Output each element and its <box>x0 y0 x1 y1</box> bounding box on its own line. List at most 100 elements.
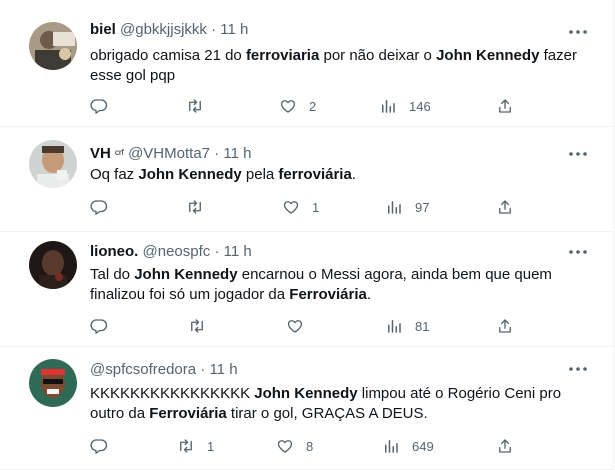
reply-button[interactable] <box>90 197 120 217</box>
view-count: 649 <box>412 438 434 454</box>
tweet[interactable]: lioneo. @neospfc · 11 h Tal do John Kenn… <box>0 232 613 347</box>
tweet-header: @spfcsofredora · 11 h <box>90 360 238 380</box>
like-button[interactable] <box>286 316 316 336</box>
display-name-text: VH <box>90 145 111 162</box>
like-count: 2 <box>309 98 317 114</box>
tweet-text-run: KKKKKKKKKKKKKKKK <box>90 385 255 402</box>
tweet-actions: 81 <box>82 316 522 336</box>
tweet-actions: 2 146 <box>82 96 522 116</box>
more-options-button[interactable] <box>567 144 589 164</box>
share-icon <box>499 200 511 214</box>
reply-button[interactable] <box>90 96 120 116</box>
tweet-text-run: por não deixar o <box>319 47 437 64</box>
tweet-text-run: pela <box>241 166 279 183</box>
highlighted-keyword: Ferroviária <box>149 405 227 422</box>
views-icon <box>388 201 401 214</box>
highlighted-keyword: John Kennedy <box>138 166 242 183</box>
display-name[interactable]: biel <box>90 21 116 38</box>
retweet-icon <box>189 200 201 214</box>
like-icon <box>277 440 293 453</box>
tweet-text-run: tirar o gol, GRAÇAS A DEUS. <box>226 405 428 422</box>
retweet-icon <box>189 99 201 113</box>
highlighted-keyword: John Kennedy <box>134 266 238 283</box>
tweet-header: biel @gbkkjjsjkkk · 11 h <box>90 20 248 40</box>
like-button[interactable]: 1 <box>282 197 319 217</box>
share-icon <box>499 319 511 333</box>
user-handle[interactable]: @gbkkjjsjkkk <box>120 21 207 38</box>
tweet[interactable]: VH crf @VHMotta7 · 11 h Oq faz John Kenn… <box>0 127 613 232</box>
highlighted-keyword: John Kennedy <box>254 385 358 402</box>
retweet-button[interactable] <box>188 316 218 336</box>
timestamp[interactable]: 11 h <box>209 361 237 378</box>
display-name[interactable]: lioneo. <box>90 243 138 260</box>
tweet-text-run: obrigado camisa 21 do <box>90 47 246 64</box>
more-icon <box>569 367 587 371</box>
timestamp[interactable]: 11 h <box>223 145 251 162</box>
tweet[interactable]: @spfcsofredora · 11 h KKKKKKKKKKKKKKKK J… <box>0 347 613 470</box>
tweet-text: Tal do John Kennedy encarnou o Messi ago… <box>90 265 590 305</box>
separator-dot: · <box>214 145 220 162</box>
avatar[interactable] <box>29 140 77 188</box>
avatar[interactable] <box>29 359 77 407</box>
separator-dot: · <box>211 21 217 38</box>
tweet[interactable]: biel @gbkkjjsjkkk · 11 h obrigado camisa… <box>0 10 613 127</box>
user-handle[interactable]: @neospfc <box>143 243 211 260</box>
tweet-text-run: . <box>351 166 356 183</box>
reply-button[interactable] <box>90 316 120 336</box>
retweet-icon <box>180 439 192 453</box>
more-icon <box>569 30 587 34</box>
share-button[interactable] <box>496 436 514 456</box>
name-suffix: crf <box>115 148 124 157</box>
timestamp[interactable]: 11 h <box>220 21 248 38</box>
separator-dot: · <box>200 361 206 378</box>
more-options-button[interactable] <box>567 242 589 262</box>
tweet-actions: 1 97 <box>82 197 522 217</box>
user-handle[interactable]: @spfcsofredora <box>90 361 196 378</box>
reply-icon <box>90 439 108 454</box>
views-icon <box>385 440 398 453</box>
share-icon <box>499 439 511 453</box>
retweet-button[interactable]: 1 <box>177 436 214 456</box>
views-button[interactable]: 81 <box>385 316 429 336</box>
display-name[interactable]: VH crf <box>90 145 124 162</box>
reply-button[interactable] <box>90 436 120 456</box>
view-count: 97 <box>415 199 430 215</box>
tweet-text: Oq faz John Kennedy pela ferroviária. <box>90 165 590 185</box>
more-icon <box>569 250 587 254</box>
tweet-text-run: Tal do <box>90 266 135 283</box>
retweet-button[interactable] <box>186 197 216 217</box>
more-options-button[interactable] <box>567 22 589 42</box>
like-count: 8 <box>306 438 314 454</box>
reply-icon <box>90 319 108 334</box>
more-options-button[interactable] <box>567 359 589 379</box>
share-button[interactable] <box>496 197 514 217</box>
like-icon <box>280 100 296 113</box>
share-button[interactable] <box>496 316 514 336</box>
tweet-text-run: Oq faz <box>90 166 139 183</box>
views-button[interactable]: 146 <box>379 96 431 116</box>
retweet-button[interactable] <box>186 96 216 116</box>
tweet-feed: biel @gbkkjjsjkkk · 11 h obrigado camisa… <box>0 0 614 470</box>
avatar[interactable] <box>29 22 77 70</box>
reply-icon <box>90 200 108 215</box>
like-icon <box>287 320 303 333</box>
avatar[interactable] <box>29 241 77 289</box>
views-icon <box>388 320 401 333</box>
highlighted-keyword: ferroviária <box>278 166 352 183</box>
share-button[interactable] <box>496 96 514 116</box>
views-button[interactable]: 649 <box>382 436 434 456</box>
like-button[interactable]: 8 <box>276 436 313 456</box>
like-icon <box>283 201 299 214</box>
tweet-text: obrigado camisa 21 do ferroviaria por nã… <box>90 46 590 86</box>
more-icon <box>569 152 587 156</box>
user-handle[interactable]: @VHMotta7 <box>128 145 210 162</box>
tweet-header: lioneo. @neospfc · 11 h <box>90 242 252 262</box>
tweet-text-run: . <box>366 286 372 303</box>
views-button[interactable]: 97 <box>385 197 429 217</box>
like-button[interactable]: 2 <box>279 96 316 116</box>
tweet-header: VH crf @VHMotta7 · 11 h <box>90 144 251 164</box>
retweet-icon <box>191 319 203 333</box>
timestamp[interactable]: 11 h <box>224 243 252 260</box>
highlighted-keyword: ferroviaria <box>245 47 320 64</box>
tweet-actions: 1 8 649 <box>82 436 522 456</box>
